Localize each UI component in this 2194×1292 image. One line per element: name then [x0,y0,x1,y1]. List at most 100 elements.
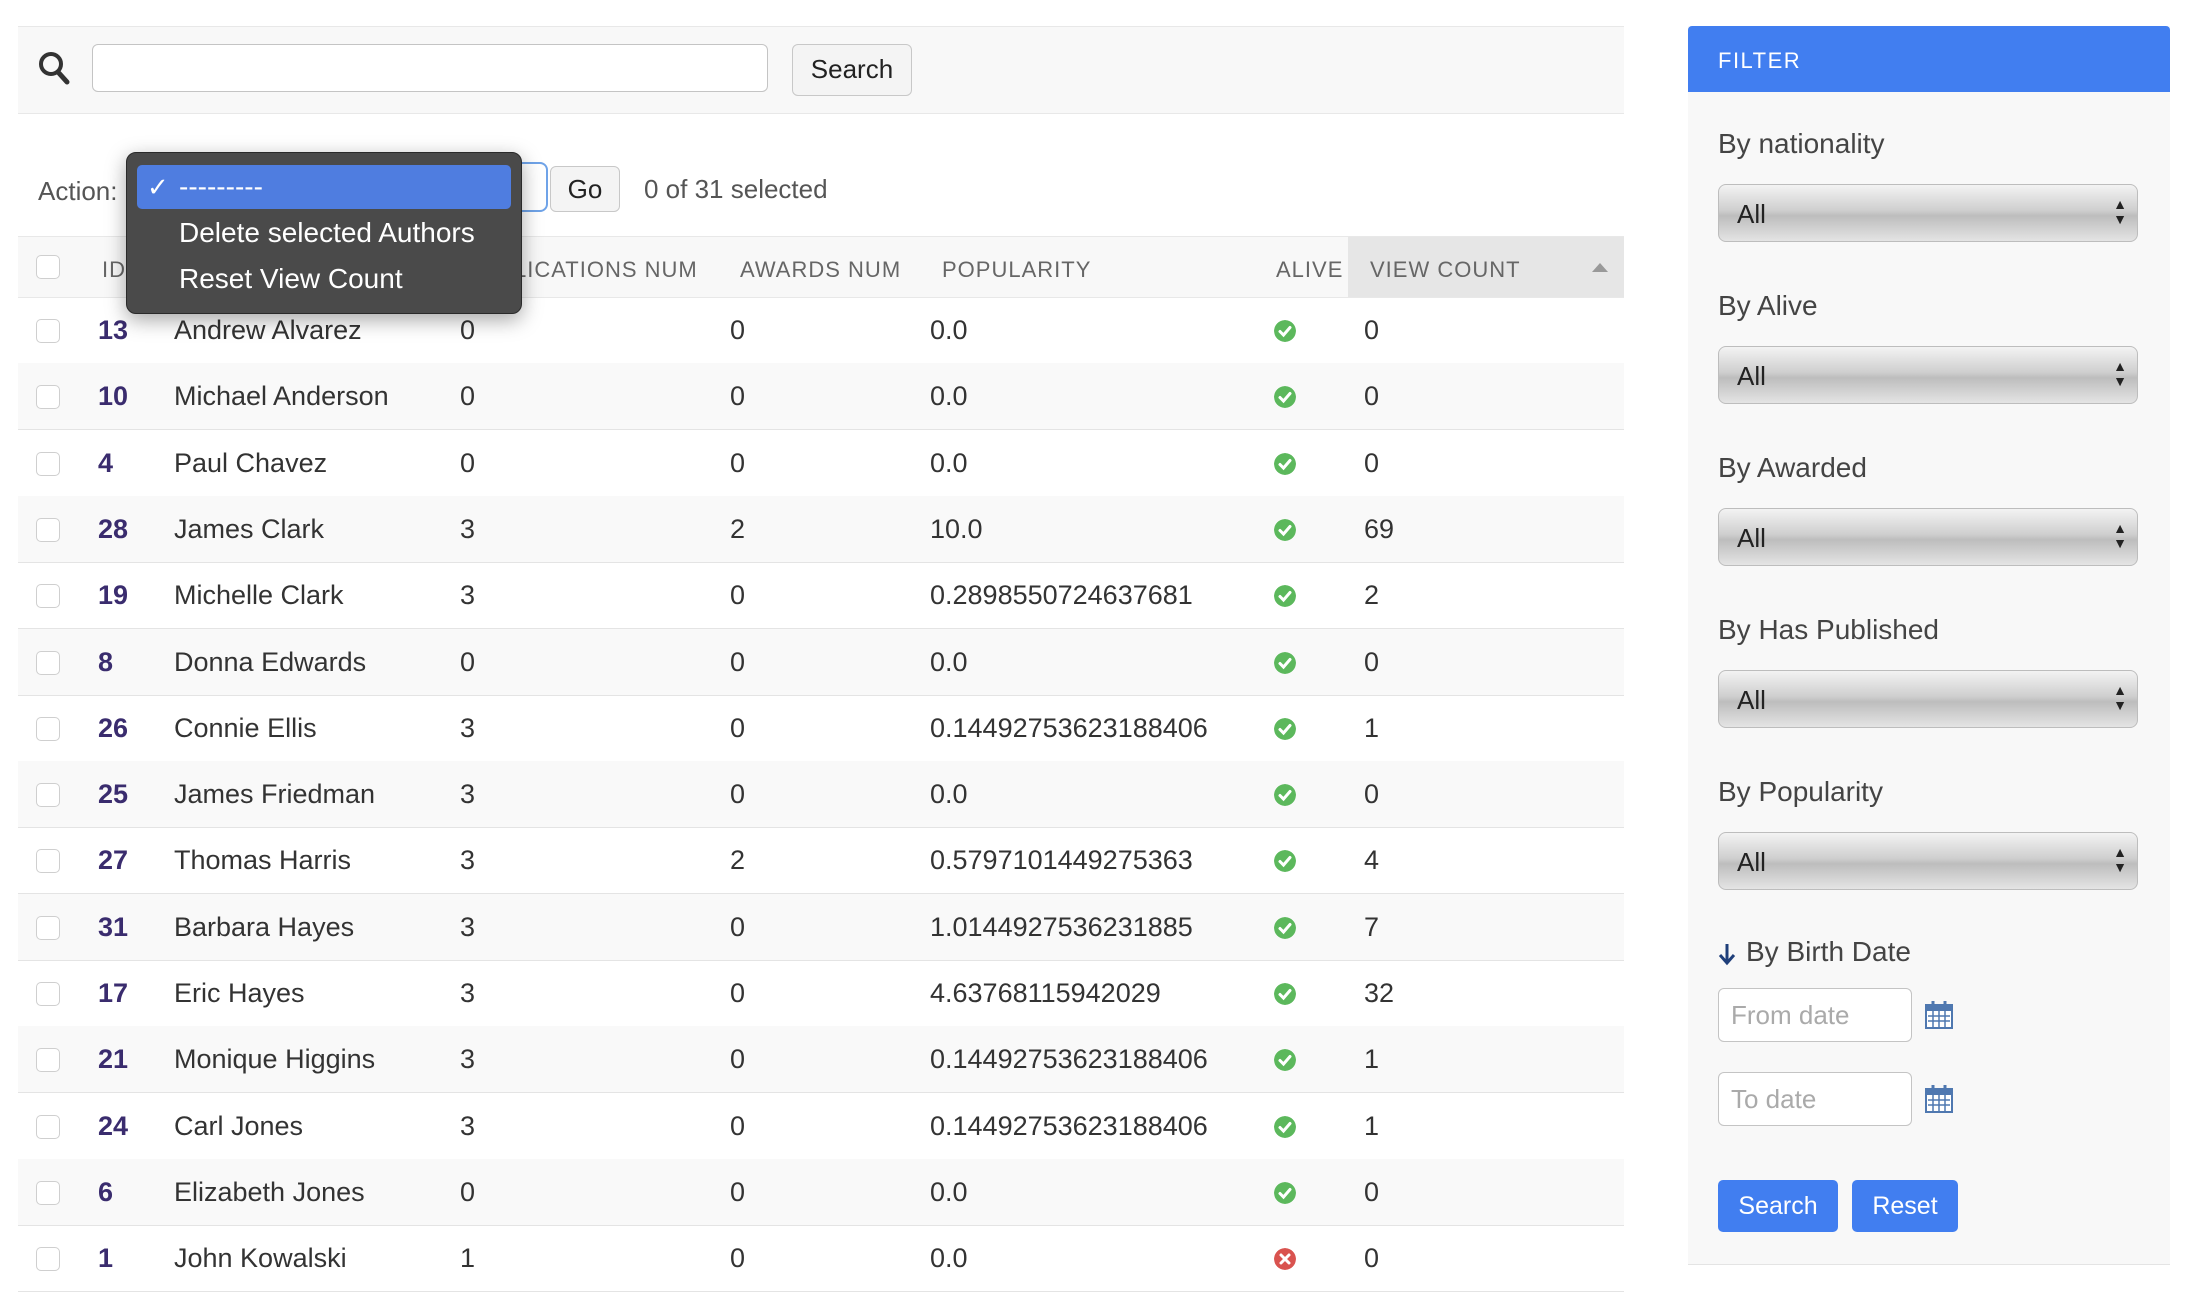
sort-ascending-icon[interactable] [1592,263,1608,272]
row-id-link[interactable]: 21 [98,1044,128,1075]
row-checkbox[interactable] [36,451,60,476]
row-id-link[interactable]: 28 [98,514,128,545]
row-id-link[interactable]: 26 [98,713,128,744]
row-popularity: 4.63768115942029 [930,978,1161,1008]
row-awards-num: 0 [730,1176,746,1207]
select-arrows-icon: ▲ ▼ [2113,682,2127,713]
table-row: 21 Monique Higgins 3 0 0.14492753623188406 1 [18,1026,1624,1094]
row-checkbox[interactable] [36,517,60,542]
row-name: Thomas Harris [174,845,352,876]
row-popularity: 10.0 [930,513,983,544]
filter-label-popularity: By Popularity [1718,776,1883,807]
row-awards-num: 0 [730,779,746,810]
go-button[interactable]: Go [550,166,620,212]
calendar-icon[interactable] [1924,1000,1954,1030]
filter-select-alive[interactable]: All ▲ ▼ [1718,346,2138,404]
row-id-link[interactable]: 24 [98,1111,128,1142]
alive-yes-icon [1274,651,1296,674]
alive-yes-icon [1274,1181,1296,1204]
row-checkbox[interactable] [36,1247,60,1272]
filter-select-value: All [1737,199,1766,229]
table-row: 17 Eric Hayes 3 0 4.63768115942029 32 [18,960,1624,1027]
row-checkbox[interactable] [36,650,60,675]
row-id-link[interactable]: 13 [98,315,128,346]
row-publications-num: 3 [460,580,476,611]
alive-yes-icon [1274,916,1296,939]
row-checkbox[interactable] [36,716,60,741]
row-id-link[interactable]: 4 [98,448,113,479]
row-id-link[interactable]: 10 [98,381,128,412]
action-option-reset-view-count[interactable]: Reset View Count [137,257,511,301]
row-checkbox[interactable] [36,1048,60,1073]
row-id-link[interactable]: 1 [98,1243,113,1274]
row-awards-num: 0 [730,1044,746,1075]
alive-yes-icon [1274,850,1296,873]
filter-select-awarded[interactable]: All ▲ ▼ [1718,508,2138,566]
search-toolbar: Search [18,26,1624,114]
filter-select-popularity[interactable]: All ▲ ▼ [1718,832,2138,890]
filter-select-has-published[interactable]: All ▲ ▼ [1718,670,2138,728]
column-header-id[interactable]: ID [102,257,126,283]
filter-select-value: All [1737,361,1766,391]
table-row: 31 Barbara Hayes 3 0 1.0144927536231885 7 [18,893,1624,961]
select-all-checkbox[interactable] [36,255,60,279]
column-header-awards-num[interactable]: AWARDS NUM [740,257,901,283]
row-checkbox[interactable] [36,849,60,874]
filter-select-nationality[interactable]: All ▲ ▼ [1718,184,2138,242]
row-checkbox[interactable] [36,1114,60,1139]
table-row: 27 Thomas Harris 3 2 0.5797101449275363 4 [18,827,1624,895]
row-checkbox[interactable] [36,783,60,808]
alive-yes-icon [1274,452,1296,475]
row-awards-num: 0 [730,315,746,345]
birth-date-label: By Birth Date [1746,936,1911,967]
alive-yes-icon [1274,1049,1296,1072]
row-awards-num: 0 [730,381,746,412]
filter-select-value: All [1737,685,1766,715]
row-popularity: 0.0 [930,447,968,478]
row-name: Barbara Hayes [174,911,355,942]
row-name: Paul Chavez [174,447,328,478]
date-reset-button[interactable]: Reset [1852,1180,1958,1232]
row-id-link[interactable]: 19 [98,580,128,611]
from-date-input[interactable]: From date [1718,988,1912,1042]
date-search-button[interactable]: Search [1718,1180,1838,1232]
table-row: 19 Michelle Clark 3 0 0.2898550724637681 2 [18,562,1624,630]
row-id-link[interactable]: 31 [98,912,128,943]
row-publications-num: 3 [460,1110,476,1141]
search-input[interactable] [92,44,768,92]
row-awards-num: 2 [730,845,746,876]
row-view-count: 4 [1364,845,1380,876]
row-checkbox[interactable] [36,982,60,1006]
row-id-link[interactable]: 17 [98,978,128,1009]
to-date-input[interactable]: To date [1718,1072,1912,1126]
row-name: Donna Edwards [174,646,367,677]
row-checkbox[interactable] [36,915,60,940]
row-id-link[interactable]: 6 [98,1177,113,1208]
column-header-popularity[interactable]: POPULARITY [942,257,1091,283]
action-option-none[interactable]: ✓ --------- [137,165,511,209]
selection-counter: 0 of 31 selected [644,174,828,204]
row-publications-num: 1 [460,1243,476,1274]
row-checkbox[interactable] [36,385,60,410]
row-popularity: 0.0 [930,315,968,345]
calendar-icon[interactable] [1924,1084,1954,1114]
action-option-delete-selected[interactable]: Delete selected Authors [137,211,511,255]
row-popularity: 0.0 [930,381,968,412]
row-view-count: 0 [1364,1176,1380,1207]
row-view-count: 1 [1364,712,1380,743]
row-view-count: 0 [1364,646,1380,677]
column-header-publications-num[interactable]: LICATIONS NUM [514,257,698,283]
row-id-link[interactable]: 25 [98,779,128,810]
row-checkbox[interactable] [36,319,60,343]
filter-label-has-published: By Has Published [1718,614,1940,645]
row-id-link[interactable]: 8 [98,647,113,678]
row-checkbox[interactable] [36,1180,60,1205]
row-awards-num: 2 [730,513,746,544]
row-checkbox[interactable] [36,584,60,609]
row-id-link[interactable]: 27 [98,845,128,876]
table-row: 1 John Kowalski 1 0 0.0 0 [18,1225,1624,1292]
column-header-alive[interactable]: ALIVE [1276,257,1343,283]
column-header-view-count[interactable]: VIEW COUNT [1370,257,1521,283]
search-button[interactable]: Search [792,44,912,96]
filter-title: FILTER [1718,48,1802,73]
